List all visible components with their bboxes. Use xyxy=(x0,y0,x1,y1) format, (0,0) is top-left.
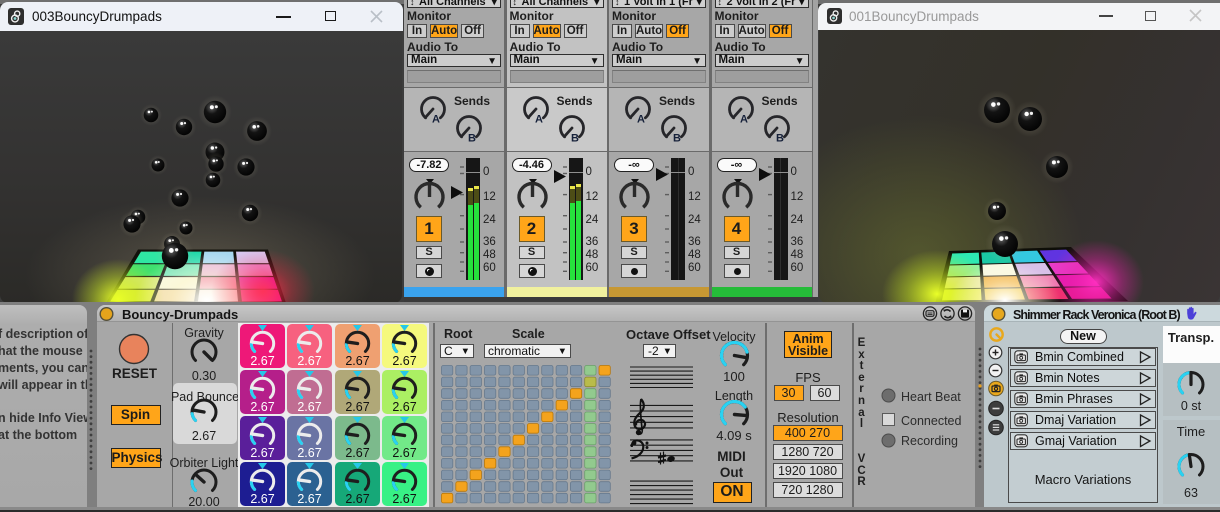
svg-text:2.67: 2.67 xyxy=(392,492,416,506)
svg-text:2.67: 2.67 xyxy=(250,492,274,506)
svg-text:B: B xyxy=(776,133,784,145)
svg-text:2.67: 2.67 xyxy=(297,354,321,368)
svg-text:2.67: 2.67 xyxy=(297,492,321,506)
svg-text:A: A xyxy=(535,114,543,126)
svg-text:A: A xyxy=(432,114,440,126)
svg-text:2.67: 2.67 xyxy=(250,446,274,460)
svg-text:A: A xyxy=(637,114,645,126)
svg-text:2.67: 2.67 xyxy=(250,400,274,414)
svg-text:2.67: 2.67 xyxy=(345,492,369,506)
svg-text:2.67: 2.67 xyxy=(297,446,321,460)
svg-text:2.67: 2.67 xyxy=(345,354,369,368)
svg-text:2.67: 2.67 xyxy=(345,446,369,460)
svg-text:A: A xyxy=(740,114,748,126)
svg-text:2.67: 2.67 xyxy=(392,400,416,414)
svg-text:B: B xyxy=(673,133,681,145)
svg-text:2.67: 2.67 xyxy=(392,354,416,368)
svg-text:B: B xyxy=(468,133,476,145)
svg-text:2.67: 2.67 xyxy=(345,400,369,414)
svg-text:2.67: 2.67 xyxy=(392,446,416,460)
svg-text:B: B xyxy=(571,133,579,145)
svg-text:2.67: 2.67 xyxy=(297,400,321,414)
svg-text:2.67: 2.67 xyxy=(250,354,274,368)
